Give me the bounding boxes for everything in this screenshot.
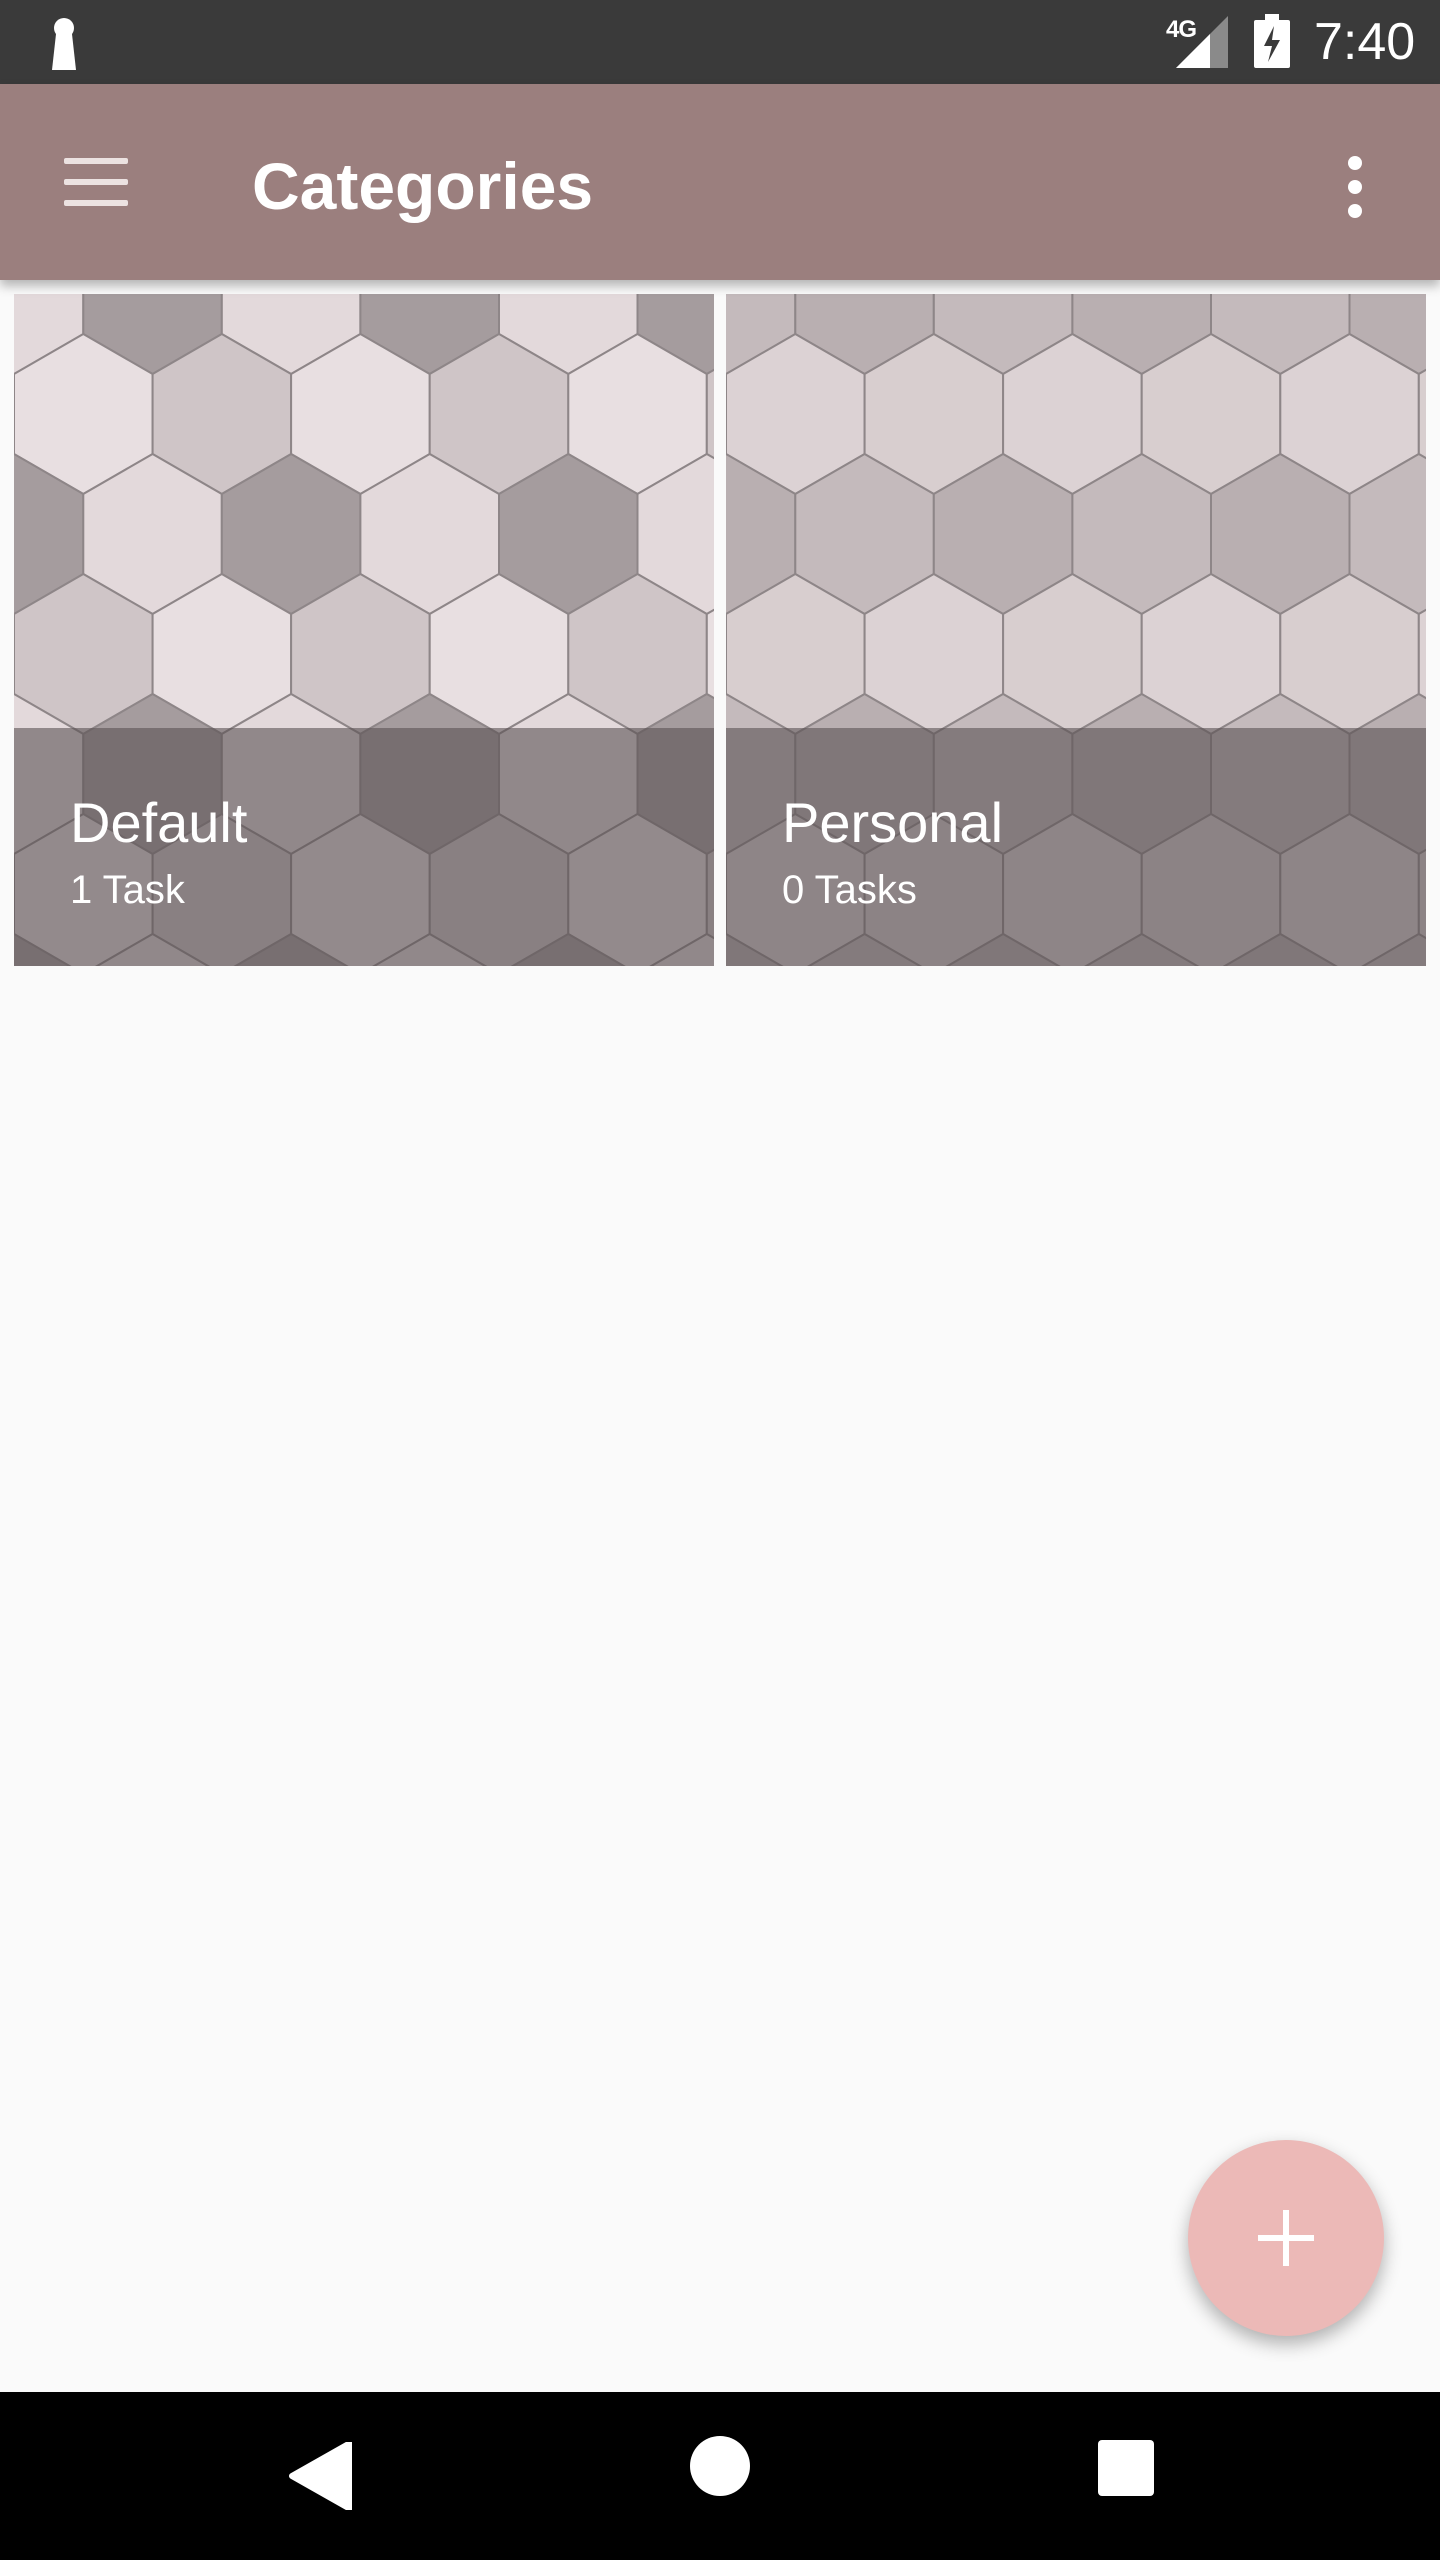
- back-triangle-icon[interactable]: [288, 2442, 352, 2510]
- page-title: Categories: [252, 149, 594, 223]
- category-name: Personal: [782, 791, 1004, 854]
- category-grid: Default 1 Task Personal 0 Tasks: [14, 294, 1426, 966]
- recents-square-icon[interactable]: [1098, 2440, 1154, 2496]
- system-navigation-bar: [0, 2392, 1440, 2560]
- clock: 7:40: [1314, 13, 1416, 71]
- category-card-personal[interactable]: Personal 0 Tasks: [726, 294, 1426, 966]
- task-count: 1 Task: [70, 868, 185, 912]
- plus-icon: [1258, 2210, 1314, 2266]
- home-circle-icon[interactable]: [690, 2436, 750, 2496]
- menu-icon: [64, 158, 128, 164]
- status-bar: 4G 7:40: [0, 0, 1440, 84]
- task-count: 0 Tasks: [782, 868, 917, 912]
- menu-button[interactable]: [48, 140, 132, 224]
- add-category-button[interactable]: [1188, 2140, 1384, 2336]
- battery-charging-icon: [1254, 14, 1290, 68]
- signal-icon: [1176, 16, 1228, 68]
- category-card-default[interactable]: Default 1 Task: [14, 294, 714, 966]
- more-options-button[interactable]: [1320, 144, 1390, 228]
- more-vert-icon: [1348, 156, 1362, 170]
- app-bar: Categories: [0, 84, 1440, 280]
- keyhole-icon: [52, 18, 76, 70]
- category-name: Default: [70, 791, 248, 854]
